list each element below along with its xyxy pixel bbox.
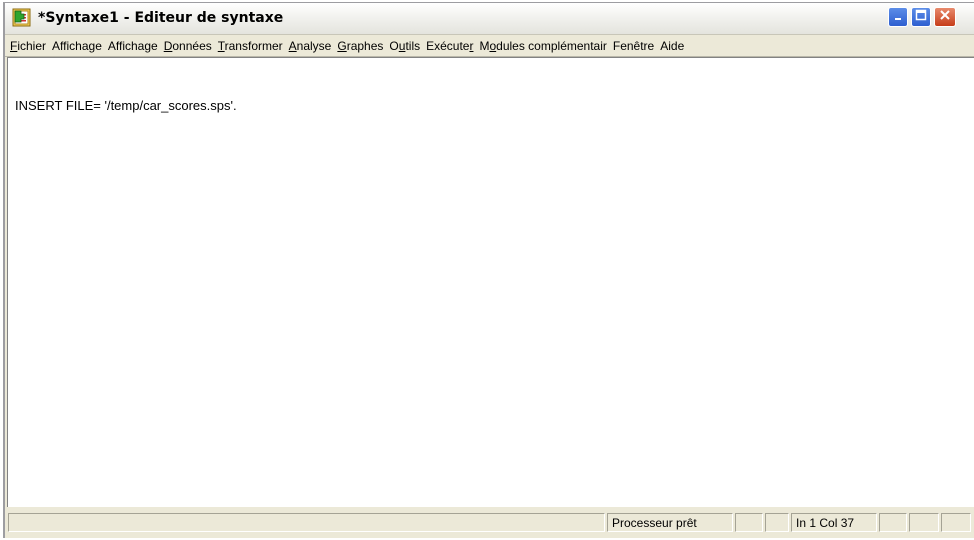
status-panel-empty-4	[909, 513, 939, 532]
maximize-icon	[915, 8, 927, 26]
menu-item-analyse[interactable]: Analyse	[286, 39, 335, 53]
menu-item-aide[interactable]: Aide	[657, 39, 687, 53]
maximize-button[interactable]	[911, 7, 931, 27]
minimize-button[interactable]	[888, 7, 908, 27]
menu-item-donnees[interactable]: Données	[161, 39, 215, 53]
syntax-editor-icon[interactable]	[12, 8, 31, 27]
status-bar: Processeur prêt In 1 Col 37	[5, 510, 974, 534]
menu-item-affichage-2[interactable]: Affichage	[105, 39, 161, 53]
status-panel-empty-2	[765, 513, 789, 532]
menu-item-fichier[interactable]: Fichier	[5, 39, 49, 53]
status-panel-empty-1	[735, 513, 763, 532]
menu-item-modules-complementair[interactable]: Modules complémentair	[476, 39, 609, 53]
menu-item-affichage[interactable]: Affichage	[49, 39, 105, 53]
menu-item-fenetre[interactable]: Fenêtre	[610, 39, 657, 53]
syntax-editor-text-area[interactable]: INSERT FILE= '/temp/car_scores.sps'.	[7, 57, 974, 507]
menu-item-outils[interactable]: Outils	[386, 39, 423, 53]
status-panel-message	[8, 513, 605, 532]
menu-item-graphes[interactable]: Graphes	[334, 39, 386, 53]
syntax-editor-window: *Syntaxe1 - Editeur de syntaxe Fichier Af…	[3, 2, 974, 538]
title-bar[interactable]: *Syntaxe1 - Editeur de syntaxe	[5, 3, 974, 35]
code-line[interactable]: INSERT FILE= '/temp/car_scores.sps'.	[15, 98, 237, 113]
minimize-icon	[893, 8, 903, 26]
status-panel-cursor-position: In 1 Col 37	[791, 513, 877, 532]
close-button[interactable]	[934, 7, 956, 27]
status-panel-empty-5	[941, 513, 971, 532]
close-icon	[939, 8, 951, 26]
menu-item-transformer[interactable]: Transformer	[215, 39, 286, 53]
menu-item-executer[interactable]: Exécuter	[423, 39, 476, 53]
status-panel-empty-3	[879, 513, 907, 532]
menu-bar: Fichier Affichage Affichage Données Transfor…	[5, 35, 974, 57]
status-panel-processor: Processeur prêt	[607, 513, 733, 532]
window-title: *Syntaxe1 - Editeur de syntaxe	[38, 10, 284, 26]
